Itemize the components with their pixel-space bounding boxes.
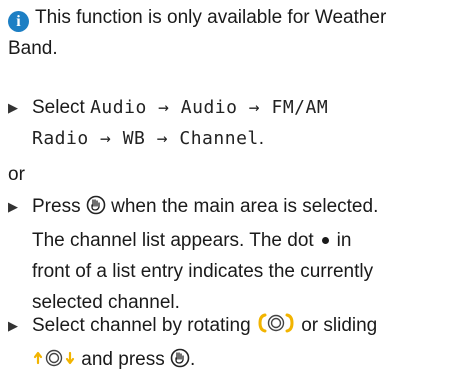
step3-end: . [190, 349, 196, 370]
step-prefix: Select [32, 97, 85, 118]
bullet-arrow-icon: ▶ [8, 100, 18, 115]
note-text-line2: Band. [8, 38, 58, 59]
menu-path-line2: Radio → WB → Channel [32, 128, 259, 149]
menu-path-line1: Audio → Audio → FM/AM [90, 97, 329, 118]
step3-text2: or sliding [301, 315, 378, 336]
step-suffix: . [258, 128, 265, 149]
info-icon: i [8, 11, 29, 32]
step3-text3: and press [81, 349, 165, 370]
selected-dot-icon [321, 237, 329, 244]
press-controller-icon [170, 347, 190, 378]
step2-after-dot: in [336, 230, 352, 251]
manual-page: i This function is only available for Wea… [0, 0, 465, 372]
step-body: Select channel by rotating or sliding an… [32, 310, 462, 378]
info-note: i This function is only available for Wea… [8, 2, 460, 64]
step-body: Press when the main area is selected. Th… [32, 191, 462, 318]
note-text-line1: This function is only available for Weat… [35, 7, 387, 28]
slide-controller-icon [32, 347, 76, 378]
step-body: Select Audio → Audio → FM/AM Radio → WB … [32, 92, 462, 154]
rotate-controller-icon [256, 312, 296, 344]
or-separator: or [8, 164, 25, 185]
step3-text1: Select channel by rotating [32, 315, 251, 336]
step2-line2: The channel list appears. The dot [32, 230, 314, 251]
after-press-text: when the main area is selected. [111, 196, 379, 217]
press-controller-icon [86, 194, 106, 225]
bullet-arrow-icon: ▶ [8, 318, 18, 333]
bullet-arrow-icon: ▶ [8, 199, 18, 214]
step2-line3: front of a list entry indicates the curr… [32, 261, 374, 282]
press-text: Press [32, 196, 81, 217]
